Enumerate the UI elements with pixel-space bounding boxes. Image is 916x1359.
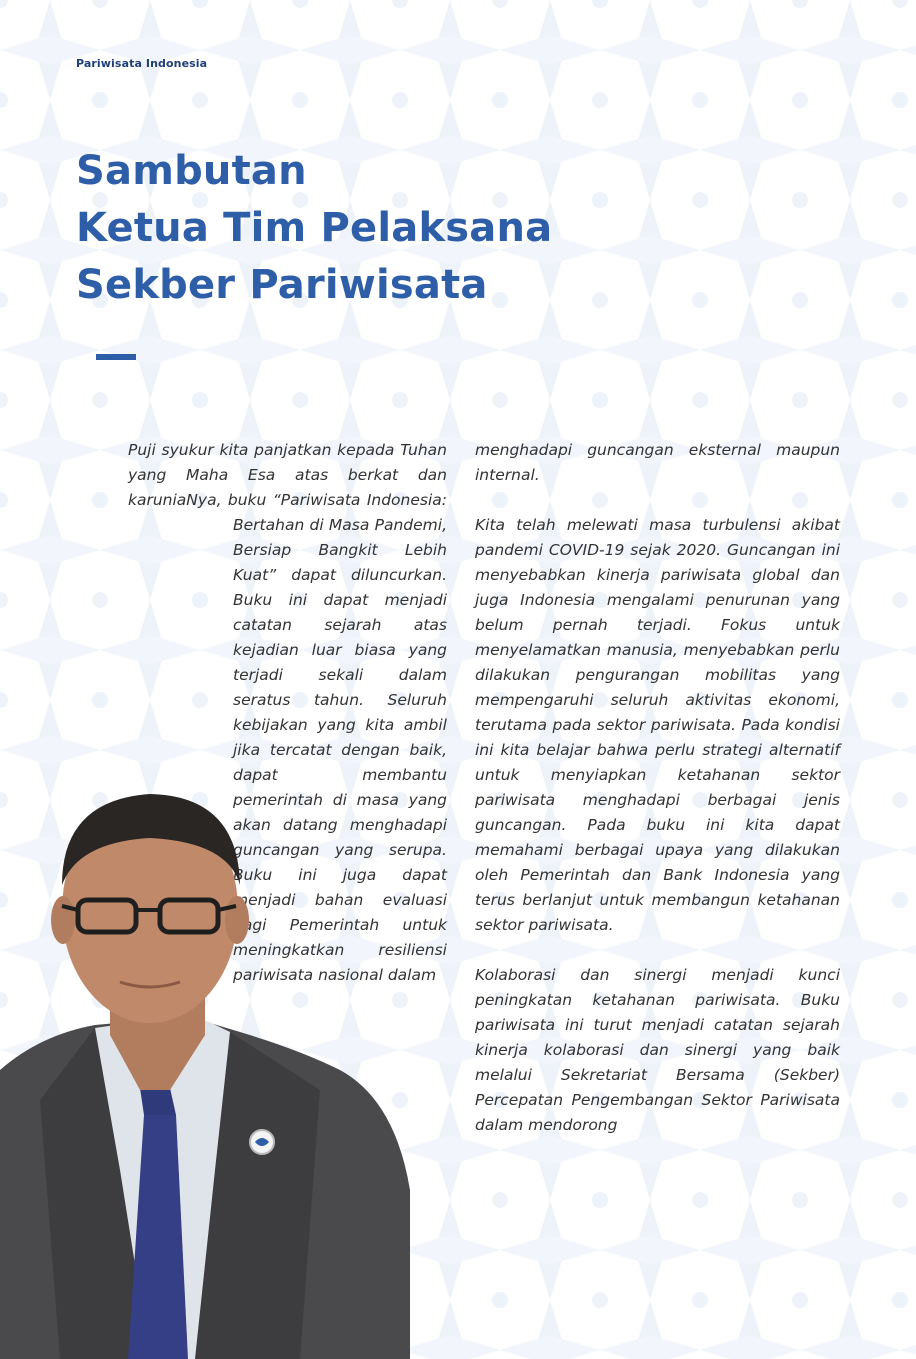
title-line-2: Ketua Tim Pelaksana [76, 205, 553, 251]
title-line-1: Sambutan [76, 148, 307, 194]
person-portrait-icon [0, 794, 410, 1359]
page-title: Sambutan Ketua Tim Pelaksana Sekber Pari… [76, 143, 552, 314]
right-paragraph-1: menghadapi guncangan eksternal maupun in… [475, 441, 840, 484]
title-line-3: Sekber Pariwisata [76, 262, 488, 308]
lapel-pin-icon [249, 1129, 275, 1155]
running-header: Pariwisata Indonesia [76, 57, 208, 70]
right-paragraph-2: Kita telah melewati masa turbulensi akib… [475, 516, 840, 934]
right-paragraph-3: Kolaborasi dan sinergi menjadi kunci pen… [475, 966, 840, 1134]
title-accent-bar [96, 354, 136, 360]
right-text-column: menghadapi guncangan eksternal maupun in… [475, 438, 840, 1138]
